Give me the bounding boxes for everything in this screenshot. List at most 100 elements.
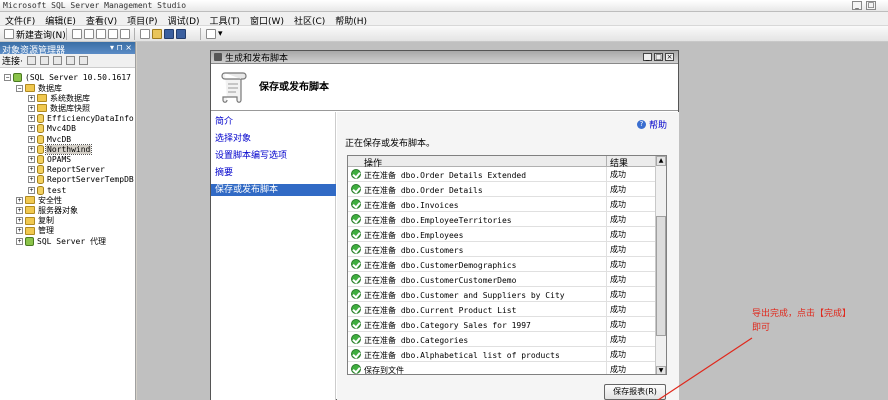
table-row[interactable]: 正在准备 dbo.Employees 成功 <box>348 227 656 242</box>
table-row[interactable]: 正在准备 dbo.Invoices 成功 <box>348 197 656 212</box>
expand-icon[interactable]: + <box>28 104 35 112</box>
table-row[interactable]: 保存到文件 成功 <box>348 362 656 374</box>
wizard-step[interactable]: 摘要 <box>211 167 336 179</box>
table-row[interactable]: 正在准备 dbo.EmployeeTerritories 成功 <box>348 212 656 227</box>
pin-icon[interactable]: ▾ ⊓ × <box>110 43 132 52</box>
table-row[interactable]: 正在准备 dbo.Alphabetical list of products 成功 <box>348 347 656 362</box>
expand-icon[interactable]: + <box>28 186 35 194</box>
success-icon <box>351 214 361 224</box>
tree-node-label: ReportServer <box>47 165 105 175</box>
tree-node[interactable]: + SQL Server 代理 <box>16 236 107 246</box>
dialog-title: 生成和发布脚本 <box>225 53 289 64</box>
scroll-up-icon[interactable]: ▲ <box>656 156 666 166</box>
expand-icon[interactable]: + <box>28 176 35 184</box>
table-row[interactable]: 正在准备 dbo.Order Details Extended 成功 <box>348 167 656 182</box>
row-action: 正在准备 dbo.Order Details Extended <box>364 171 527 180</box>
tree-node[interactable]: + 安全性 <box>16 195 63 205</box>
refresh-icon[interactable] <box>78 56 88 65</box>
expand-icon[interactable]: + <box>28 115 35 123</box>
help-link[interactable]: ? 帮助 <box>636 118 667 131</box>
expand-icon[interactable]: + <box>28 145 35 153</box>
tree-node-label: EfficiencyDataInfo <box>47 114 134 124</box>
server-label: (SQL Server 10.50.1617 - <box>25 72 141 82</box>
tree-node[interactable]: + 复制 <box>16 216 55 226</box>
tree-node[interactable]: + ReportServer <box>28 165 106 175</box>
wizard-step[interactable]: 选择对象 <box>211 133 336 145</box>
tree-node-label: Mvc4DB <box>47 124 76 134</box>
expand-icon[interactable]: + <box>16 227 23 235</box>
dialog-minimize-button[interactable]: _ <box>643 53 652 61</box>
save-all-icon[interactable] <box>176 29 186 39</box>
new-file-icon[interactable] <box>72 29 82 39</box>
tree-node[interactable]: + Northwind <box>28 143 93 155</box>
table-row[interactable]: 正在准备 dbo.Categories 成功 <box>348 332 656 347</box>
tree-node[interactable]: + 服务器对象 <box>16 205 79 215</box>
mdx-query-icon[interactable] <box>108 29 118 39</box>
column-header-result[interactable]: 结果 <box>606 156 628 169</box>
expand-icon[interactable]: + <box>16 217 23 225</box>
expand-icon[interactable]: + <box>16 237 23 245</box>
expand-icon[interactable]: + <box>28 125 35 133</box>
grid-header: 操作 结果 <box>348 156 656 169</box>
tree-node[interactable]: + ReportServerTempDB <box>28 175 135 185</box>
new-query-button[interactable]: 新建查询(N) <box>4 28 66 41</box>
object-explorer-panel: 对象资源管理器 ▾ ⊓ × 连接· − (SQL Server 10.50.16… <box>0 42 141 400</box>
expand-icon[interactable]: + <box>28 155 35 163</box>
table-row[interactable]: 正在准备 dbo.Customer and Suppliers by City 成… <box>348 287 656 302</box>
tree-node[interactable]: − 数据库 <box>16 83 63 93</box>
table-row[interactable]: 正在准备 dbo.CustomerCustomerDemo 成功 <box>348 272 656 287</box>
toolbar-overflow-icon[interactable]: ▾ <box>218 29 223 39</box>
expand-icon[interactable]: + <box>16 196 23 204</box>
open-file-icon[interactable] <box>152 29 162 39</box>
menu-bar: 文件(F) 编辑(E) 查看(V) 项目(P) 调试(D) 工具(T) 窗口(W) 社区(C)… <box>0 12 888 27</box>
tree-node[interactable]: + EfficiencyDataInfo <box>28 114 135 124</box>
folder-icon <box>37 104 47 113</box>
table-row[interactable]: 正在准备 dbo.Order Details 成功 <box>348 182 656 197</box>
scroll-thumb[interactable] <box>656 216 666 336</box>
tree-node[interactable]: + OPAMS <box>28 154 72 164</box>
row-action: 正在准备 dbo.Order Details <box>364 186 483 195</box>
table-row[interactable]: 正在准备 dbo.Category Sales for 1997 成功 <box>348 317 656 332</box>
folder-icon <box>25 216 35 225</box>
maximize-button[interactable]: □ <box>866 1 876 10</box>
expand-icon[interactable]: + <box>28 135 35 143</box>
dmx-query-icon[interactable] <box>120 29 130 39</box>
toolbar-separator <box>134 28 135 40</box>
collapse-icon[interactable]: − <box>4 73 11 81</box>
row-action: 正在准备 dbo.Customers <box>364 246 464 255</box>
row-action: 正在准备 dbo.Alphabetical list of products <box>364 351 560 360</box>
collapse-icon[interactable]: − <box>16 84 23 92</box>
table-row[interactable]: 正在准备 dbo.Customers 成功 <box>348 242 656 257</box>
wizard-step[interactable]: 保存或发布脚本 <box>211 184 336 196</box>
disconnect-icon[interactable] <box>39 56 49 65</box>
wizard-step[interactable]: 简介 <box>211 116 336 128</box>
dialog-close-button[interactable]: × <box>665 53 674 61</box>
connect-icon[interactable] <box>26 56 36 65</box>
tree-node[interactable]: + 数据库快照 <box>28 103 91 113</box>
table-row[interactable]: 正在准备 dbo.CustomerDemographics 成功 <box>348 257 656 272</box>
tree-node[interactable]: + 管理 <box>16 226 55 236</box>
tree-node[interactable]: + 系统数据库 <box>28 93 91 103</box>
filter-icon[interactable] <box>65 56 75 65</box>
tree-node[interactable]: + MvcDB <box>28 134 72 144</box>
analysis-query-icon[interactable] <box>96 29 106 39</box>
table-row[interactable]: 正在准备 dbo.Current Product List 成功 <box>348 302 656 317</box>
success-icon <box>351 229 361 239</box>
wizard-step[interactable]: 设置脚本编写选项 <box>211 150 336 162</box>
dialog-header: 保存或发布脚本 <box>211 64 678 111</box>
tree-node[interactable]: + test <box>28 185 67 195</box>
dialog-maximize-button[interactable]: □ <box>654 53 663 61</box>
tree-node[interactable]: + Mvc4DB <box>28 124 77 134</box>
save-icon[interactable] <box>164 29 174 39</box>
expand-icon[interactable]: + <box>28 94 35 102</box>
expand-icon[interactable]: + <box>28 166 35 174</box>
tree-server-node[interactable]: − (SQL Server 10.50.1617 - <box>4 72 142 82</box>
new-project-icon[interactable] <box>140 29 150 39</box>
object-explorer-toolbar: 连接· <box>0 54 135 68</box>
activity-monitor-icon[interactable] <box>206 29 216 39</box>
database-icon <box>37 144 44 154</box>
minimize-button[interactable]: _ <box>852 1 862 10</box>
expand-icon[interactable]: + <box>16 206 23 214</box>
db-query-icon[interactable] <box>84 29 94 39</box>
stop-icon[interactable] <box>52 56 62 65</box>
